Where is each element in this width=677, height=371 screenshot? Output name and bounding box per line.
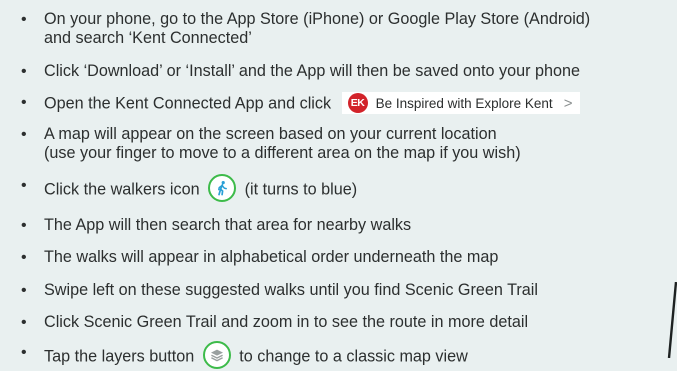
chevron-right-icon: > — [563, 94, 573, 112]
step-alphabetical: The walks will appear in alphabetical or… — [0, 248, 677, 267]
step-text: The walks will appear in alphabetical or… — [44, 248, 499, 266]
instruction-list: On your phone, go to the App Store (iPho… — [0, 10, 677, 371]
step-text: Click ‘Download’ or ‘Install’ and the Ap… — [44, 62, 581, 80]
step-text: (use your finger to move to a different … — [44, 144, 521, 162]
step-search-area: The App will then search that area for n… — [0, 216, 677, 235]
step-text: Open the Kent Connected App and click — [44, 94, 332, 113]
step-text: Click Scenic Green Trail and zoom in to … — [44, 313, 529, 331]
layers-icon[interactable] — [202, 341, 231, 369]
step-text: Click the walkers icon — [44, 180, 200, 199]
step-text: A map will appear on the screen based on… — [44, 125, 497, 143]
walker-icon[interactable] — [208, 174, 237, 202]
step-text: Tap the layers button — [44, 347, 195, 366]
step-text: On your phone, go to the App Store (iPho… — [44, 10, 591, 28]
step-text: and search ‘Kent Connected’ — [44, 29, 252, 47]
phone-edge-decoration — [667, 282, 677, 358]
step-text: The App will then search that area for n… — [44, 216, 412, 234]
step-open-app: Open the Kent Connected App and click EK… — [0, 92, 677, 115]
explore-kent-label: Be Inspired with Explore Kent — [375, 95, 553, 111]
step-text: (it turns to blue) — [244, 180, 358, 199]
step-map-appears: A map will appear on the screen based on… — [0, 125, 677, 163]
step-install-search: On your phone, go to the App Store (iPho… — [0, 10, 677, 48]
explore-kent-logo-icon: EK — [347, 93, 368, 113]
step-download: Click ‘Download’ or ‘Install’ and the Ap… — [0, 62, 677, 81]
step-walkers-icon: Click the walkers icon (it turns to blue… — [0, 174, 677, 204]
step-layers: Tap the layers button to change to a cla… — [0, 341, 677, 371]
step-text: Swipe left on these suggested walks unti… — [44, 281, 538, 299]
walker-glyph — [218, 181, 228, 196]
instructions-page: On your phone, go to the App Store (iPho… — [0, 0, 677, 369]
step-swipe-left: Swipe left on these suggested walks unti… — [0, 281, 677, 300]
step-text: to change to a classic map view — [239, 347, 468, 366]
explore-kent-button[interactable]: EK Be Inspired with Explore Kent > — [341, 92, 581, 114]
layers-glyph — [210, 349, 223, 362]
step-zoom-in: Click Scenic Green Trail and zoom in to … — [0, 313, 677, 332]
